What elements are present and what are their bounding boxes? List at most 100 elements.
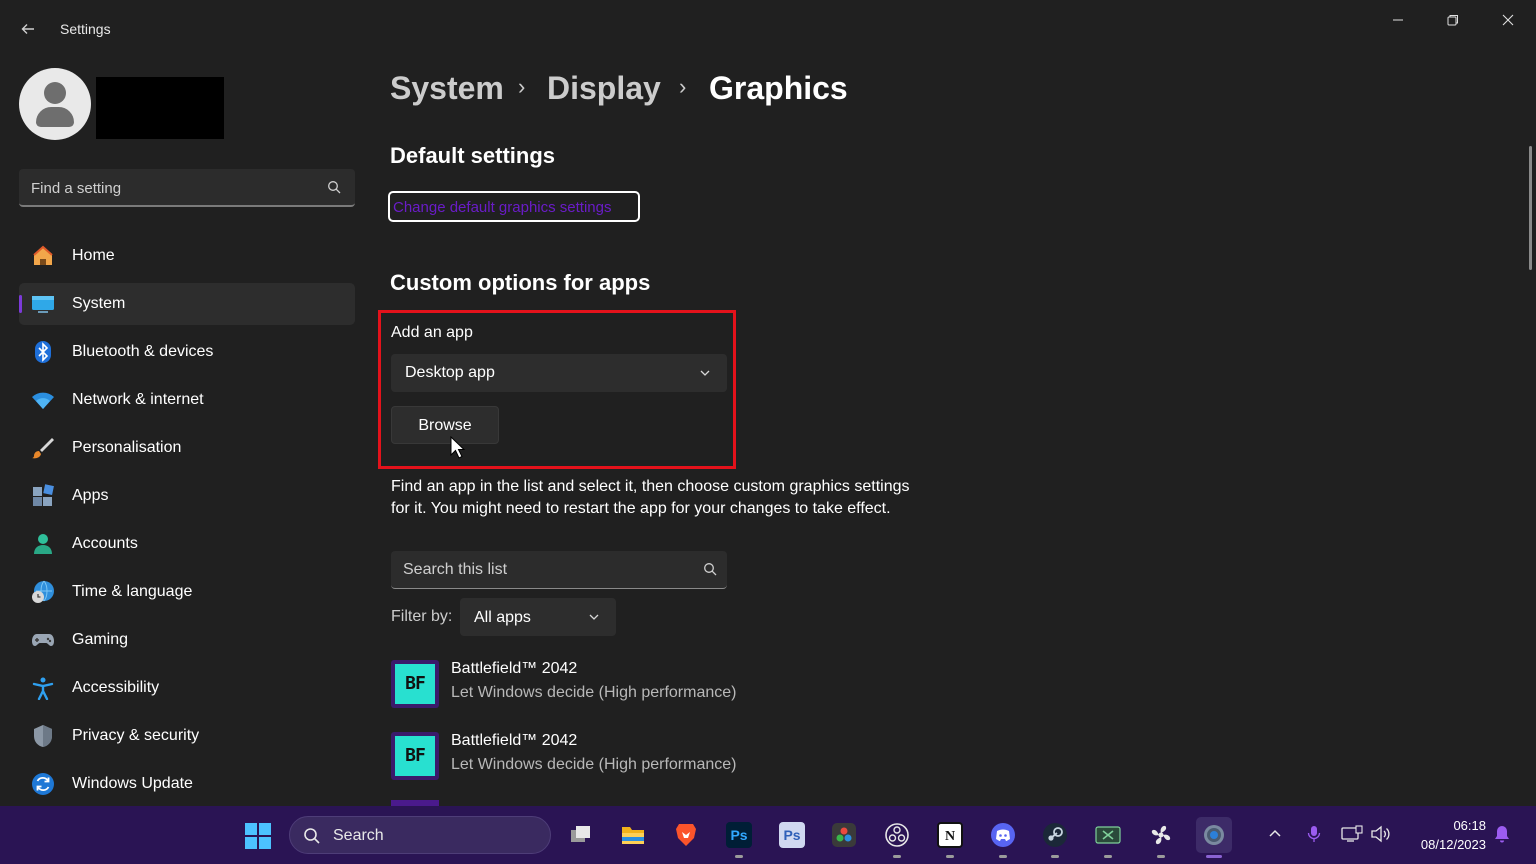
obs-icon [885, 823, 909, 847]
restore-button[interactable] [1430, 8, 1476, 32]
davinci-resolve-button[interactable] [826, 817, 862, 853]
sidebar-item-apps[interactable]: Apps [19, 475, 355, 517]
discord-icon [991, 823, 1015, 847]
file-explorer-button[interactable] [615, 817, 651, 853]
custom-options-heading: Custom options for apps [390, 270, 651, 295]
taskbar-search-label: Search [333, 827, 384, 844]
change-default-graphics-link[interactable]: Change default graphics settings [388, 191, 640, 222]
app-name: Battlefield™ 2042 [451, 660, 578, 677]
breadcrumb-system[interactable]: System [390, 70, 504, 107]
running-indicator [1051, 855, 1059, 858]
brave-browser-button[interactable] [668, 817, 704, 853]
notion-button[interactable]: N [932, 817, 968, 858]
clock-time: 06:18 [1453, 818, 1486, 833]
network-status-button[interactable] [1338, 820, 1366, 848]
list-search-box[interactable] [391, 551, 727, 589]
discord-button[interactable] [985, 817, 1021, 858]
list-item[interactable]: BF Battlefield™ 2042 Let Windows decide … [391, 730, 891, 786]
clock-date: 08/12/2023 [1420, 837, 1486, 852]
running-indicator [999, 855, 1007, 858]
avatar[interactable] [19, 68, 91, 140]
search-icon [328, 181, 341, 194]
davinci-resolve-icon [832, 823, 856, 847]
add-app-label: Add an app [391, 324, 473, 341]
restore-icon [1447, 15, 1458, 26]
app-type-dropdown[interactable]: Desktop app [391, 354, 727, 392]
sidebar-item-home[interactable]: Home [19, 235, 355, 277]
list-item[interactable]: BF Battlefield™ 2042 Let Windows decide … [391, 658, 891, 714]
volume-button[interactable] [1367, 820, 1395, 848]
sidebar-item-privacy-security[interactable]: Privacy & security [19, 715, 355, 757]
running-indicator [1206, 855, 1222, 858]
battlefield-app-icon: BF [391, 660, 439, 708]
fan-icon [1151, 825, 1171, 845]
taskbar-search[interactable]: Search [289, 816, 551, 854]
redacted-user-name [96, 77, 224, 139]
notion-icon: N [937, 822, 963, 848]
show-hidden-icons-button[interactable] [1261, 820, 1289, 848]
close-icon [1502, 14, 1514, 26]
filter-dropdown[interactable]: All apps [460, 598, 616, 636]
app-title: Settings [60, 21, 111, 37]
xbox-button[interactable] [1090, 817, 1126, 858]
task-view-icon [571, 826, 590, 842]
find-setting-box[interactable] [19, 169, 355, 207]
breadcrumb-display[interactable]: Display [547, 70, 661, 107]
notification-bell-icon[interactable] [1492, 824, 1512, 844]
find-setting-input[interactable] [31, 177, 311, 199]
sidebar-item-gaming[interactable]: Gaming [19, 619, 355, 661]
accounts-icon [34, 534, 52, 554]
gear-icon [1204, 825, 1224, 845]
microphone-button[interactable] [1300, 820, 1328, 848]
sidebar-item-windows-update[interactable]: Windows Update [19, 763, 355, 805]
app-type-value: Desktop app [405, 364, 495, 381]
sidebar-item-personalisation[interactable]: Personalisation [19, 427, 355, 469]
windows-start-icon[interactable] [244, 822, 272, 850]
chevron-down-icon [589, 614, 599, 620]
photoshop-2-button[interactable]: Ps [774, 817, 810, 853]
steam-button[interactable] [1037, 817, 1073, 858]
back-button[interactable] [14, 16, 42, 42]
bluetooth-icon [35, 341, 51, 363]
taskbar: Search Ps Ps N 06:18 08/12/2023 [0, 806, 1536, 864]
avatar-head [44, 82, 66, 104]
xbox-icon [1095, 826, 1121, 844]
change-default-graphics-label: Change default graphics settings [393, 199, 612, 216]
scrollbar-thumb[interactable] [1529, 146, 1532, 270]
filter-label: Filter by: [391, 608, 453, 625]
photoshop-button[interactable]: Ps [721, 817, 757, 858]
sidebar-item-accounts[interactable]: Accounts [19, 523, 355, 565]
taskbar-clock[interactable]: 06:18 08/12/2023 [1398, 816, 1486, 854]
sidebar-item-time-language[interactable]: Time & language [19, 571, 355, 613]
active-indicator [19, 295, 22, 313]
accessibility-icon [32, 677, 54, 700]
list-search-input[interactable] [403, 559, 683, 581]
app-name: Battlefield™ 2042 [451, 732, 578, 749]
sidebar-item-bluetooth[interactable]: Bluetooth & devices [19, 331, 355, 373]
steam-icon [1043, 823, 1067, 847]
sidebar-item-system[interactable]: System [19, 283, 355, 325]
arrow-left-icon [21, 24, 34, 34]
globe-clock-icon [32, 580, 54, 603]
update-icon [32, 773, 54, 795]
filter-value: All apps [474, 609, 531, 626]
browse-button[interactable]: Browse [391, 406, 499, 444]
settings-taskbar-button[interactable] [1196, 817, 1232, 858]
sidebar-item-network[interactable]: Network & internet [19, 379, 355, 421]
system-icon [32, 296, 54, 313]
close-button[interactable] [1485, 8, 1531, 32]
minimize-icon [1393, 19, 1403, 21]
brave-lion-icon [676, 824, 696, 846]
wifi-icon [32, 392, 54, 409]
shield-icon [34, 725, 52, 747]
gamepad-icon [32, 634, 54, 646]
minimize-button[interactable] [1375, 8, 1421, 32]
brush-icon [32, 438, 54, 459]
task-view-button[interactable] [563, 817, 599, 853]
running-indicator [893, 855, 901, 858]
page-title: Graphics [709, 70, 848, 106]
fan-control-button[interactable] [1143, 817, 1179, 858]
sidebar-item-accessibility[interactable]: Accessibility [19, 667, 355, 709]
running-indicator [1104, 855, 1112, 858]
obs-button[interactable] [879, 817, 915, 858]
